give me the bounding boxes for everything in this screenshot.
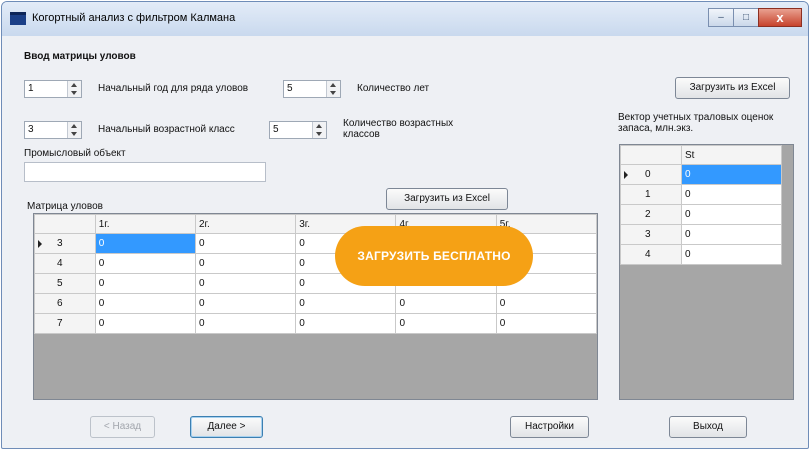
table-cell[interactable]: 0 — [194, 253, 297, 274]
table-cell[interactable]: 0 — [194, 293, 297, 314]
start-year-label: Начальный год для ряда уловов — [98, 83, 249, 94]
main-window: Когортный анализ с фильтром Калмана – □ … — [1, 1, 809, 449]
start-year-stepper[interactable]: 1 — [24, 80, 82, 98]
maximize-button[interactable]: □ — [733, 8, 759, 27]
row-header[interactable]: 3 — [34, 233, 96, 254]
matrix-label: Матрица уловов — [27, 201, 103, 212]
matrix-column-header[interactable]: 1г. — [94, 214, 196, 234]
table-cell[interactable]: 0 — [295, 313, 397, 334]
current-row-icon — [38, 240, 42, 248]
load-excel-top-button[interactable]: Загрузить из Excel — [675, 77, 790, 99]
load-excel-matrix-button[interactable]: Загрузить из Excel — [386, 188, 508, 210]
title-bar: Когортный анализ с фильтром Калмана – □ … — [2, 2, 808, 36]
row-header[interactable]: 7 — [34, 313, 96, 334]
spin-down-icon[interactable] — [71, 132, 77, 136]
start-age-class-label: Начальный возрастной класс — [98, 124, 235, 135]
row-header[interactable]: 1 — [620, 184, 682, 205]
table-cell[interactable]: 0 — [495, 293, 598, 314]
spin-up-icon[interactable] — [71, 124, 77, 128]
table-cell[interactable]: 0 — [295, 293, 397, 314]
table-row: 2 0 — [620, 204, 782, 225]
spin-up-icon[interactable] — [330, 83, 336, 87]
table-cell[interactable]: 0 — [194, 233, 297, 254]
table-cell[interactable]: 0 — [194, 313, 297, 334]
table-cell[interactable]: 0 — [681, 224, 782, 245]
start-age-class-stepper[interactable]: 3 — [24, 121, 82, 139]
table-cell[interactable]: 0 — [681, 184, 782, 205]
stock-vector-table: St 0 0 1 0 2 0 3 0 4 0 — [620, 145, 782, 265]
spin-down-icon[interactable] — [71, 91, 77, 95]
table-row: 6 0 0 0 0 0 — [34, 293, 598, 314]
table-cell[interactable]: 0 — [94, 273, 196, 294]
next-button[interactable]: Далее > — [190, 416, 263, 438]
spin-arrows[interactable] — [67, 81, 81, 97]
table-cell[interactable]: 0 — [94, 313, 196, 334]
table-cell[interactable]: 0 — [495, 313, 598, 334]
spin-arrows[interactable] — [312, 122, 326, 138]
years-count-value: 5 — [287, 83, 293, 94]
matrix-corner — [34, 214, 96, 234]
row-header-label: 0 — [645, 169, 651, 180]
spin-arrows[interactable] — [67, 122, 81, 138]
row-header[interactable]: 6 — [34, 293, 96, 314]
app-icon — [10, 12, 26, 25]
table-row: 1 0 — [620, 184, 782, 205]
window-title: Когортный анализ с фильтром Калмана — [32, 12, 236, 24]
stock-vector-grid[interactable]: St 0 0 1 0 2 0 3 0 4 0 — [619, 144, 794, 400]
spin-down-icon[interactable] — [330, 91, 336, 95]
years-count-stepper[interactable]: 5 — [283, 80, 341, 98]
age-classes-count-value: 5 — [273, 124, 279, 135]
vector-corner — [620, 145, 682, 165]
spin-down-icon[interactable] — [316, 132, 322, 136]
table-cell[interactable]: 0 — [395, 293, 497, 314]
table-row: 4 0 — [620, 244, 782, 265]
row-header-label: 3 — [57, 238, 63, 249]
table-cell[interactable]: 0 — [681, 204, 782, 225]
spin-up-icon[interactable] — [71, 83, 77, 87]
table-row: 7 0 0 0 0 0 — [34, 313, 598, 334]
vector-label: Вектор учетных траловых оценок запаса, м… — [618, 112, 774, 134]
back-button[interactable]: < Назад — [90, 416, 155, 438]
table-cell[interactable]: 0 — [681, 244, 782, 265]
matrix-column-header[interactable]: 2г. — [194, 214, 297, 234]
vector-column-header[interactable]: St — [681, 145, 782, 165]
spin-up-icon[interactable] — [316, 124, 322, 128]
table-cell[interactable]: 0 — [395, 313, 497, 334]
table-cell[interactable]: 0 — [94, 233, 196, 254]
vector-header-row: St — [620, 145, 782, 165]
exit-button[interactable]: Выход — [669, 416, 747, 438]
table-cell[interactable]: 0 — [194, 273, 297, 294]
years-count-label: Количество лет — [357, 83, 430, 94]
spin-arrows[interactable] — [326, 81, 340, 97]
table-cell[interactable]: 0 — [94, 253, 196, 274]
row-header[interactable]: 5 — [34, 273, 96, 294]
settings-button[interactable]: Настройки — [510, 416, 589, 438]
row-header[interactable]: 3 — [620, 224, 682, 245]
row-header[interactable]: 4 — [620, 244, 682, 265]
caption-buttons: – □ x — [708, 8, 802, 28]
row-header[interactable]: 2 — [620, 204, 682, 225]
start-year-value: 1 — [28, 83, 34, 94]
free-download-banner[interactable]: ЗАГРУЗИТЬ БЕСПЛАТНО — [335, 226, 533, 286]
row-header[interactable]: 0 — [620, 164, 682, 185]
table-row: 0 0 — [620, 164, 782, 185]
current-row-icon — [624, 171, 628, 179]
fishery-object-label: Промысловый объект — [24, 148, 126, 159]
table-row: 3 0 — [620, 224, 782, 245]
age-classes-count-label: Количество возрастных классов — [343, 118, 454, 140]
row-header[interactable]: 4 — [34, 253, 96, 274]
section-title: Ввод матрицы уловов — [24, 51, 136, 62]
minimize-button[interactable]: – — [708, 8, 734, 27]
table-cell[interactable]: 0 — [94, 293, 196, 314]
fishery-object-input[interactable] — [24, 162, 266, 182]
close-button[interactable]: x — [758, 8, 802, 27]
age-classes-count-stepper[interactable]: 5 — [269, 121, 327, 139]
table-cell[interactable]: 0 — [681, 164, 782, 185]
start-age-class-value: 3 — [28, 124, 34, 135]
